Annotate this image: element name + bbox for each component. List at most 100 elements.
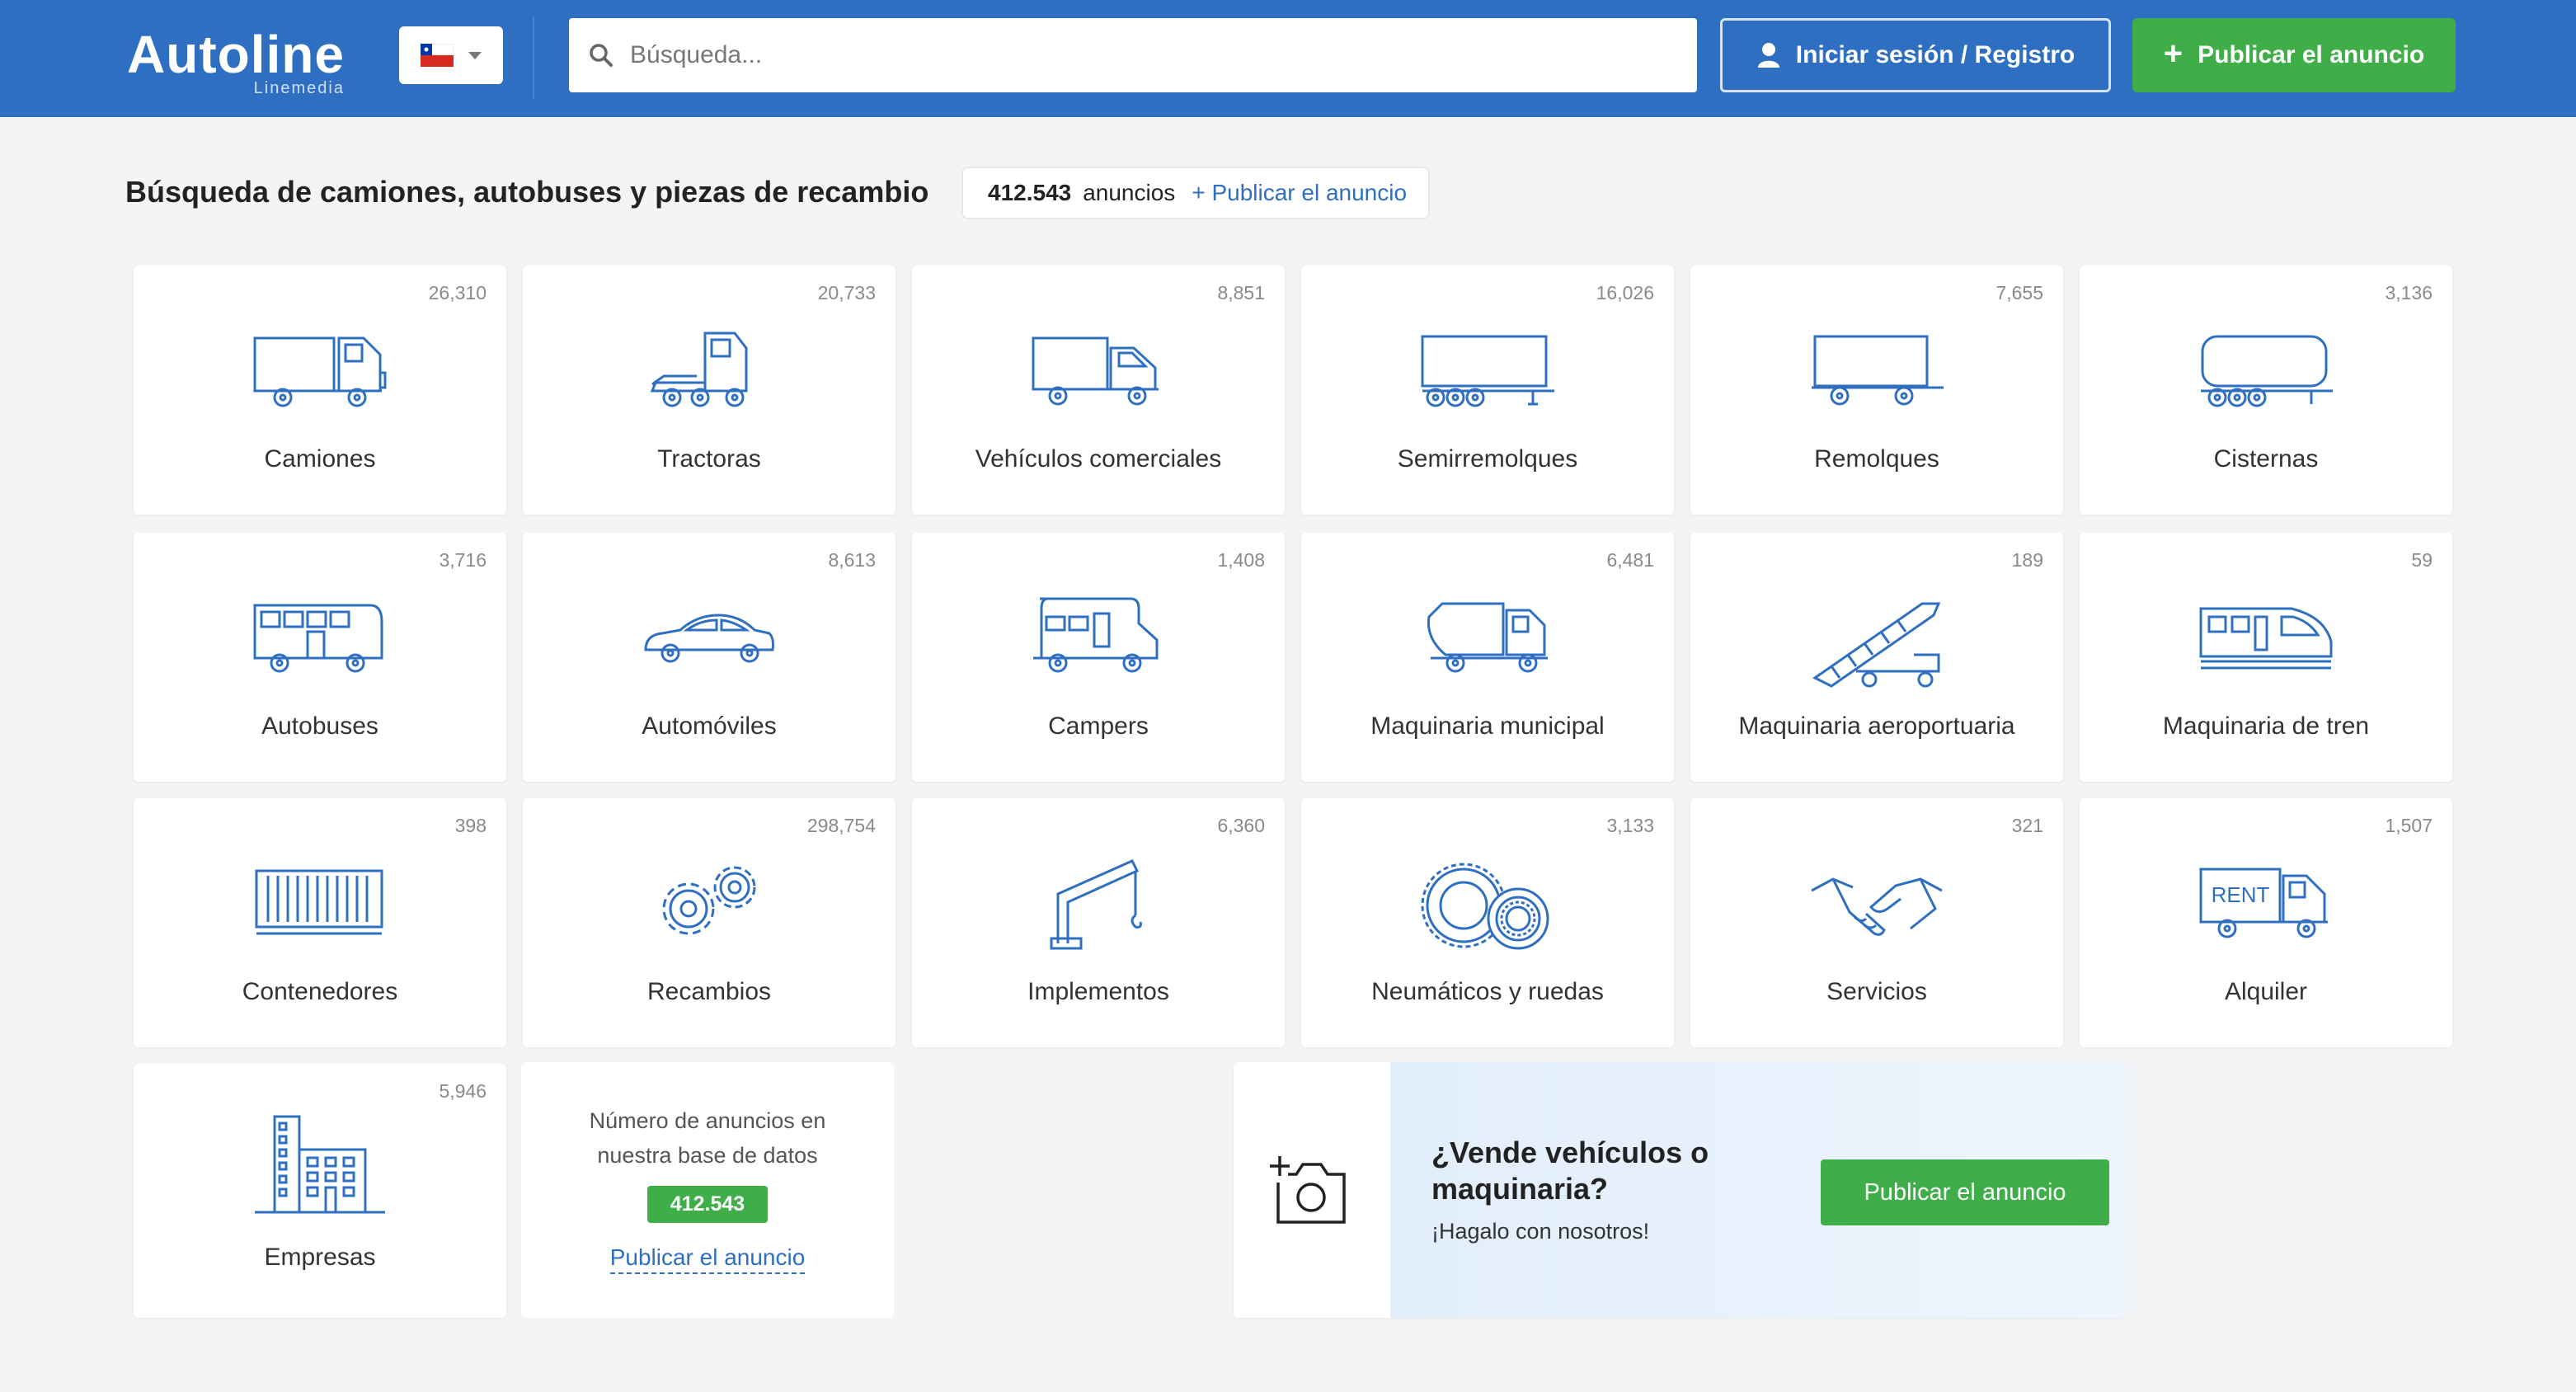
category-label: Maquinaria municipal [1370,712,1605,740]
category-count: 298,754 [806,815,876,836]
svg-text:RENT: RENT [2212,882,2270,907]
category-label: Tractoras [657,445,761,473]
chevron-down-icon [468,51,482,59]
category-label: Implementos [1027,978,1169,1005]
listing-count-label: anuncios [1083,180,1176,205]
truck-icon [253,336,387,407]
category-card-contenedores[interactable]: 398 Contenedores [134,798,506,1047]
trailer-icon [1812,335,1944,406]
info-text-line1: Número de anuncios en [589,1108,826,1133]
category-card-campers[interactable]: 1,408 Campers [912,533,1285,782]
top-header: Autoline Linemedia Iniciar sesión / Regi… [0,0,2576,117]
user-icon [1757,43,1779,68]
category-count: 6,360 [1217,815,1265,836]
category-label: Semirremolques [1397,445,1578,473]
crane-arm-icon [1050,859,1142,950]
plus-icon: + [2163,35,2183,72]
category-card-maquinaria-municipal[interactable]: 6,481 Maquinaria municipal [1301,533,1674,782]
info-text-line2: nuestra base de datos [597,1143,818,1168]
category-count: 3,133 [1606,815,1654,836]
handshake-icon [1811,877,1943,936]
listings-info-card: Número de anuncios en nuestra base de da… [521,1062,894,1318]
category-count: 26,310 [428,282,487,303]
search-bar[interactable] [569,18,1697,92]
category-count: 398 [454,815,487,836]
commercial-vehicle-icon [1032,336,1159,406]
category-label: Maquinaria de tren [2162,712,2370,740]
category-count: 16,026 [1596,282,1654,303]
category-count: 8,851 [1217,282,1265,303]
listing-count-box: 412.543 anuncios + Publicar el anuncio [961,167,1430,219]
category-card-empresas[interactable]: 5,946 Empresas [134,1064,506,1318]
municipal-truck-icon [1427,602,1548,673]
chile-flag-icon [421,44,454,67]
category-count: 59 [2411,549,2433,571]
category-label: Recambios [646,978,772,1005]
category-label: Servicios [1826,978,1927,1005]
login-register-button[interactable]: Iniciar sesión / Registro [1720,18,2111,92]
category-label: Maquinaria aeroportuaria [1738,712,2015,740]
gears-icon [662,866,756,935]
tractor-unit-icon [650,332,748,407]
category-card-autobuses[interactable]: 3,716 Autobuses [134,533,506,782]
login-register-label: Iniciar sesión / Registro [1795,41,2075,68]
category-count: 3,136 [2385,282,2433,303]
publish-ad-button[interactable]: + Publicar el anuncio [2132,18,2456,92]
category-card-servicios[interactable]: 321 Servicios [1690,798,2063,1047]
category-card-vehiculos-comerciales[interactable]: 8,851 Vehículos comerciales [912,266,1285,515]
info-text: Número de anuncios en nuestra base de da… [521,1103,894,1173]
category-count: 189 [2011,549,2043,571]
building-icon [255,1115,385,1214]
category-count: 20,733 [817,282,876,303]
publish-ad-label: Publicar el anuncio [2198,41,2425,68]
category-label: Remolques [1814,445,1939,473]
container-icon [255,869,383,935]
category-count: 1,507 [2385,815,2433,836]
category-label: Cisternas [2213,445,2319,473]
category-card-implementos[interactable]: 6,360 Implementos [912,798,1285,1047]
category-card-maquinaria-de-tren[interactable]: 59 Maquinaria de tren [2080,533,2452,782]
category-count: 1,408 [1217,549,1265,571]
category-card-alquiler[interactable]: 1,507 RENT Alquiler [2080,798,2452,1047]
tanker-icon [2201,335,2333,407]
category-card-tractoras[interactable]: 20,733 Tractoras [523,266,895,515]
bus-icon [253,604,383,673]
category-count: 5,946 [439,1080,487,1102]
tire-bearing-icon [1421,863,1549,950]
page-title: Búsqueda de camiones, autobuses y piezas… [125,175,929,209]
rent-truck-icon: RENT [2199,868,2328,938]
category-label: Vehículos comerciales [975,445,1222,473]
logo-text: Autoline [127,25,345,84]
promo-subtitle: ¡Hagalo con nosotros! [1431,1219,1650,1244]
logo-subtext: Linemedia [253,79,345,97]
category-card-cisternas[interactable]: 3,136 Cisternas [2080,266,2452,515]
category-card-camiones[interactable]: 26,310 Camiones [134,266,506,515]
train-icon [2199,607,2333,670]
category-label: Automóviles [642,712,777,740]
category-label: Contenedores [242,978,398,1005]
category-card-semirremolques[interactable]: 16,026 Semirremolques [1301,266,1674,515]
category-card-remolques[interactable]: 7,655 Remolques [1690,266,2063,515]
country-selector[interactable] [399,26,503,84]
autoline-logo[interactable]: Autoline Linemedia [127,25,345,97]
category-card-neumaticos-ruedas[interactable]: 3,133 Neumáticos y ruedas [1301,798,1674,1047]
promo-icon-area [1234,1062,1390,1318]
add-photo-icon [1270,1156,1346,1224]
airport-stairs-icon [1812,602,1941,688]
category-count: 321 [2011,815,2043,836]
category-card-automoviles[interactable]: 8,613 Automóviles [523,533,895,782]
promo-publish-button[interactable]: Publicar el anuncio [1821,1159,2109,1225]
search-input[interactable] [630,41,1619,69]
publish-ad-link-info[interactable]: Publicar el anuncio [609,1244,806,1274]
car-icon [644,614,774,663]
publish-ad-link[interactable]: + Publicar el anuncio [1192,180,1407,206]
category-label: Empresas [264,1244,376,1271]
camper-icon [1033,597,1159,673]
category-label: Autobuses [261,712,378,740]
category-label: Alquiler [2224,978,2308,1005]
search-icon [590,44,613,67]
category-count: 3,716 [439,549,487,571]
promo-title: ¿Vende vehículos o maquinaria? [1431,1136,1709,1206]
category-card-maquinaria-aeroportuaria[interactable]: 189 Maquinaria aeroportuaria [1690,533,2063,782]
category-card-recambios[interactable]: 298,754 Recambios [523,798,895,1047]
